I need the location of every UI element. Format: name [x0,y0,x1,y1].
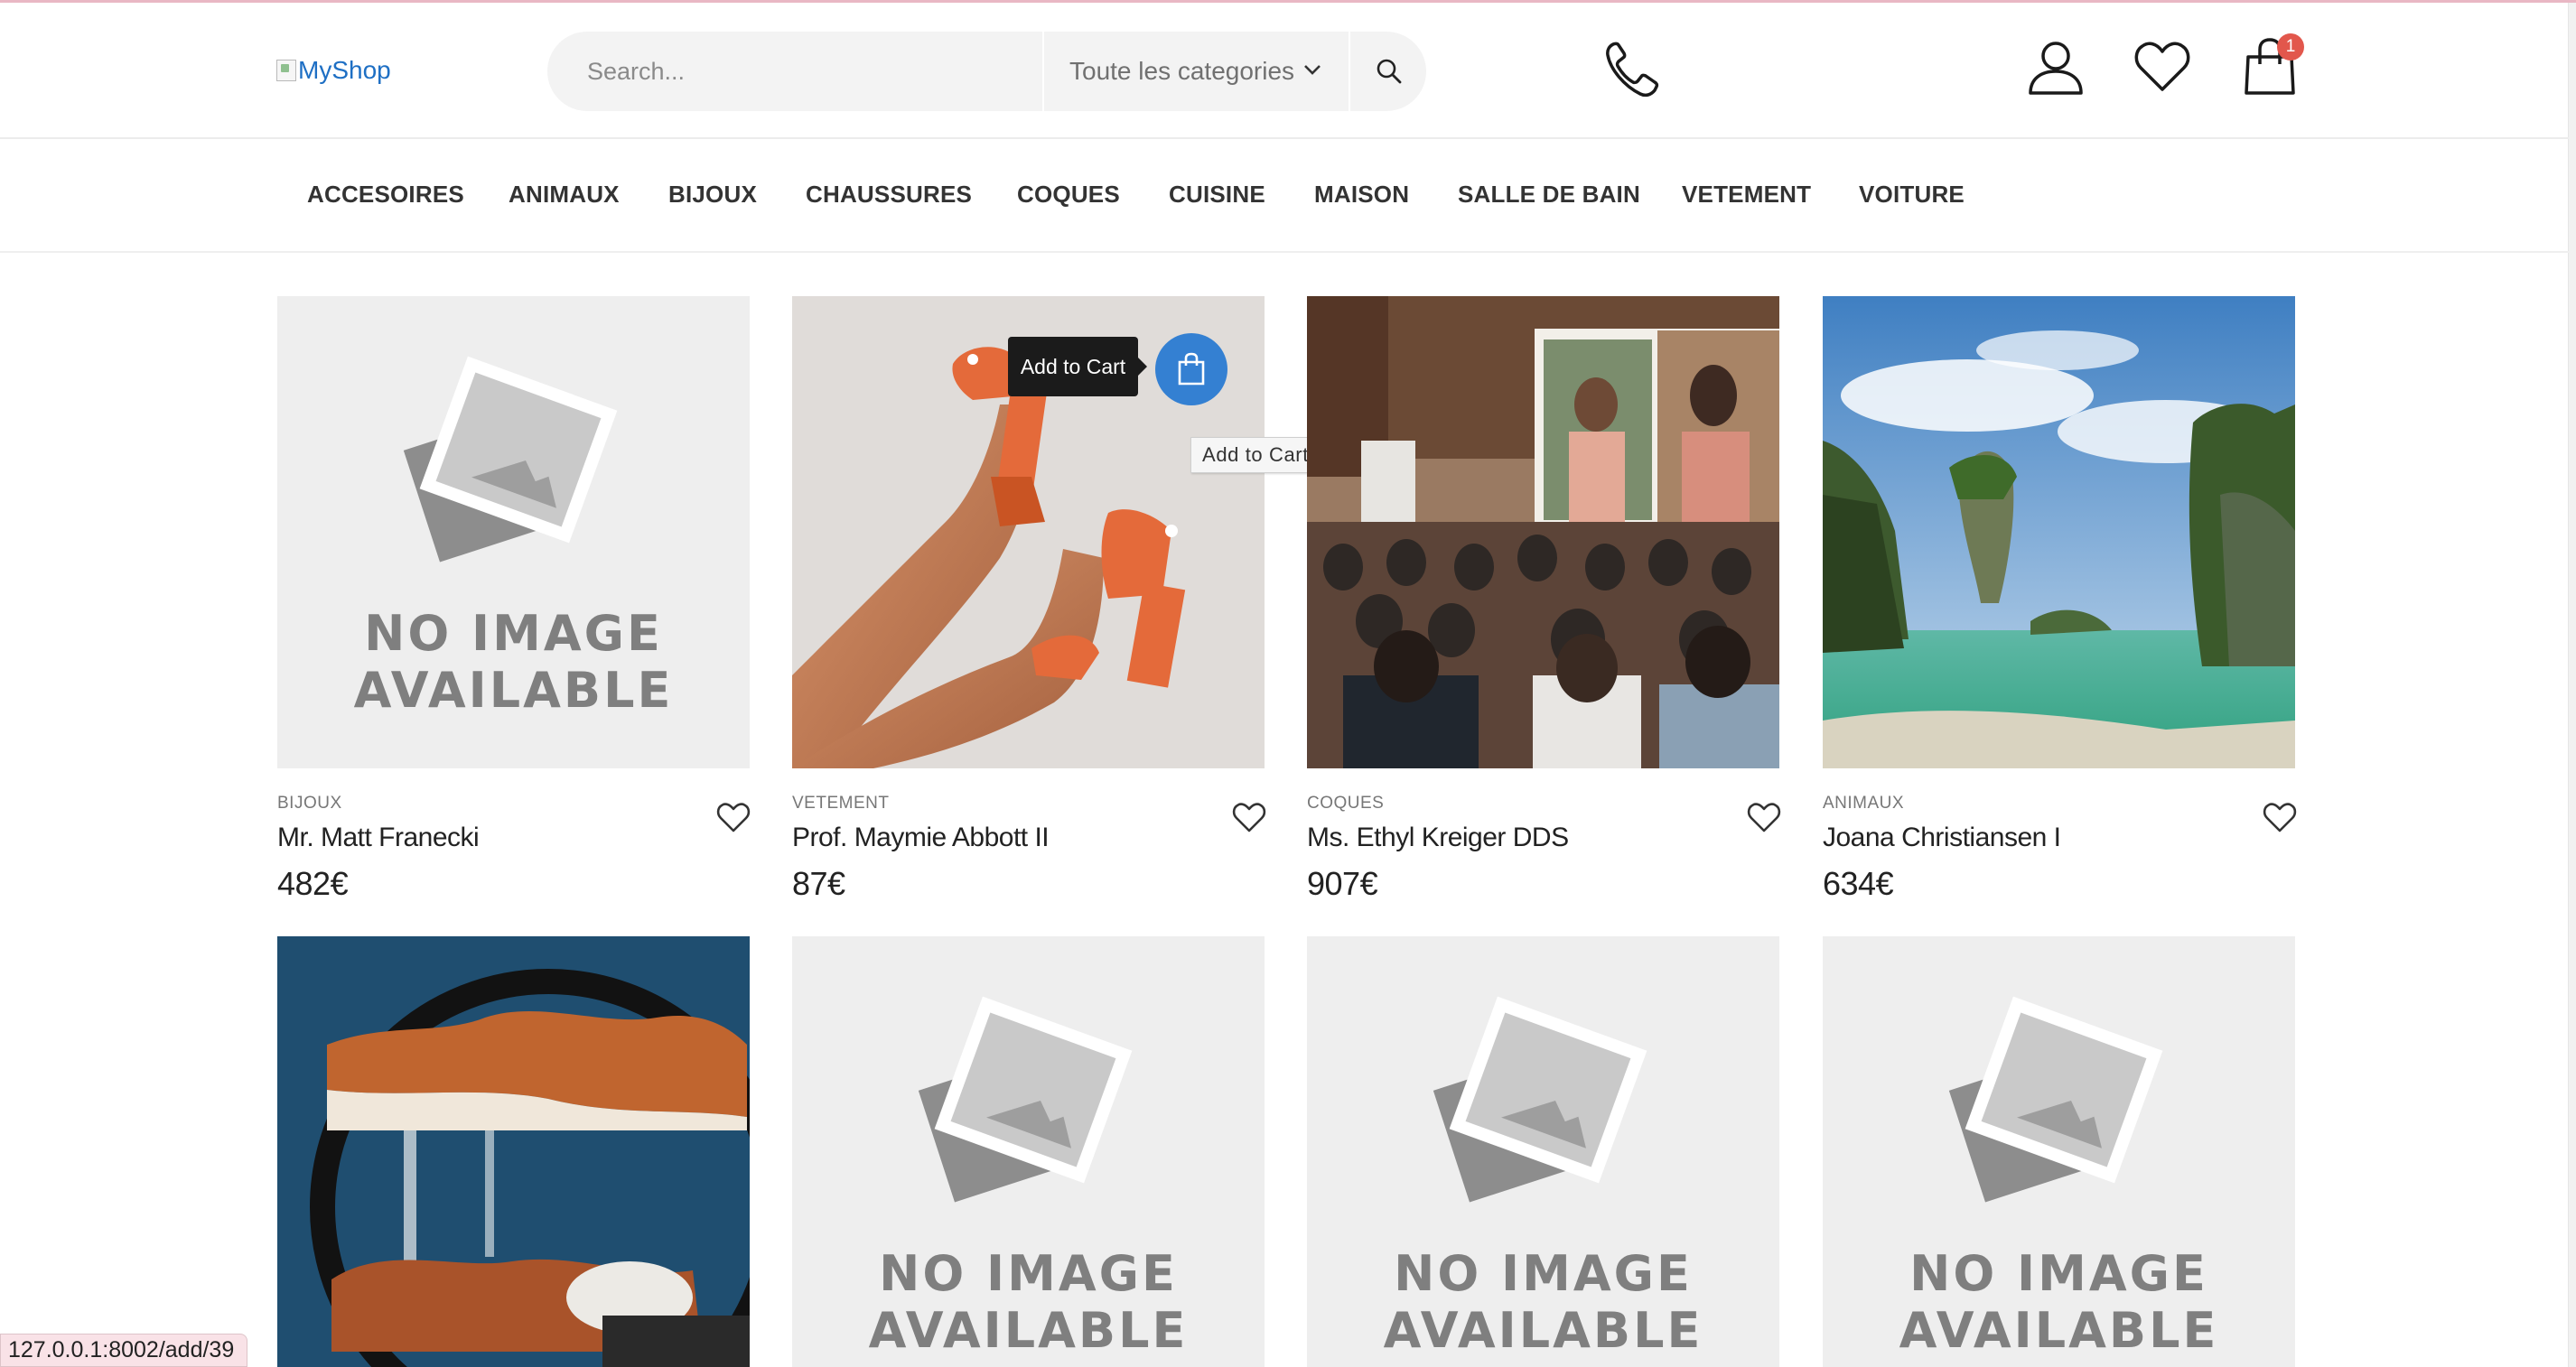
add-to-cart-button[interactable] [1155,333,1227,405]
product-price: 634€ [1823,865,1894,902]
no-image-label-line2: AVAILABLE [1899,1302,2219,1359]
product-image-conference[interactable] [1307,296,1779,768]
no-image-label-line2: AVAILABLE [868,1302,1189,1359]
category-select[interactable]: Toute les categories [1042,32,1350,111]
product-image-island[interactable] [1823,296,2295,768]
category-select-value: Toute les categories [1069,57,1295,85]
shopping-bag-icon [1178,352,1205,386]
status-bar-url: 127.0.0.1:8002/add/39 [0,1334,248,1367]
search-bar: Toute les categories [547,32,1426,111]
product-image-no-image[interactable]: NO IMAGE AVAILABLE [1307,936,1779,1367]
product-image-no-image[interactable]: NO IMAGE AVAILABLE [277,296,750,768]
phone-icon[interactable] [1601,37,1666,102]
wishlist-heart-icon[interactable] [2263,802,2297,834]
browser-title-tooltip: Add to Cart [1190,437,1321,473]
wishlist-heart-icon[interactable] [1747,802,1781,834]
nav-item-cuisine[interactable]: CUISINE [1169,138,1265,251]
island-photo [1823,296,2295,768]
product-name[interactable]: Mr. Matt Franecki [277,823,480,853]
conference-photo [1307,296,1779,768]
logo-alt-text[interactable]: MyShop [298,56,391,85]
wishlist-heart-icon[interactable] [2133,39,2192,95]
sand-art-photo [277,936,750,1367]
cart-count-badge: 1 [2277,33,2304,60]
no-image-label-line2: AVAILABLE [353,662,674,719]
nav-item-bijoux[interactable]: BIJOUX [668,138,757,251]
nav-item-salle-de-bain[interactable]: SALLE DE BAIN [1458,138,1640,251]
wishlist-heart-icon[interactable] [1232,802,1266,834]
category-nav: ACCESOIRES ANIMAUX BIJOUX CHAUSSURES COQ… [0,138,2569,253]
nav-item-voiture[interactable]: VOITURE [1859,138,1965,251]
no-image-label-line1: NO IMAGE [879,1245,1178,1302]
chevron-down-icon [1304,65,1321,75]
broken-image-icon [276,60,296,81]
product-category[interactable]: COQUES [1307,794,1384,814]
site-header: MyShop Toute les categories 1 [0,3,2569,139]
nav-item-accesoires[interactable]: ACCESOIRES [307,138,464,251]
nav-item-vetement[interactable]: VETEMENT [1682,138,1811,251]
user-account-icon[interactable] [2026,37,2086,97]
no-image-label-line2: AVAILABLE [1383,1302,1703,1359]
product-price: 87€ [792,865,845,902]
product-name[interactable]: Ms. Ethyl Kreiger DDS [1307,823,1569,853]
logo[interactable]: MyShop [276,52,391,88]
no-image-label-line1: NO IMAGE [364,605,663,662]
product-name[interactable]: Prof. Maymie Abbott II [792,823,1050,853]
search-button[interactable] [1351,32,1426,111]
nav-item-animaux[interactable]: ANIMAUX [509,138,620,251]
product-price: 907€ [1307,865,1378,902]
product-category[interactable]: BIJOUX [277,794,342,814]
nav-item-chaussures[interactable]: CHAUSSURES [806,138,972,251]
no-image-label-line1: NO IMAGE [1394,1245,1693,1302]
search-icon [1377,59,1401,84]
product-category[interactable]: VETEMENT [792,794,889,814]
page-scrollbar[interactable] [2568,3,2576,1367]
nav-item-maison[interactable]: MAISON [1314,138,1409,251]
wishlist-heart-icon[interactable] [716,802,751,834]
nav-item-coques[interactable]: COQUES [1017,138,1120,251]
product-image-no-image[interactable]: NO IMAGE AVAILABLE [792,936,1265,1367]
product-image-no-image[interactable]: NO IMAGE AVAILABLE [1823,936,2295,1367]
add-to-cart-tooltip: Add to Cart [1008,337,1147,396]
search-input[interactable] [587,32,1039,111]
product-category[interactable]: ANIMAUX [1823,794,1904,814]
product-image-sand-art[interactable] [277,936,750,1367]
no-image-label-line1: NO IMAGE [1909,1245,2208,1302]
product-price: 482€ [277,865,349,902]
product-name[interactable]: Joana Christiansen I [1823,823,2061,853]
